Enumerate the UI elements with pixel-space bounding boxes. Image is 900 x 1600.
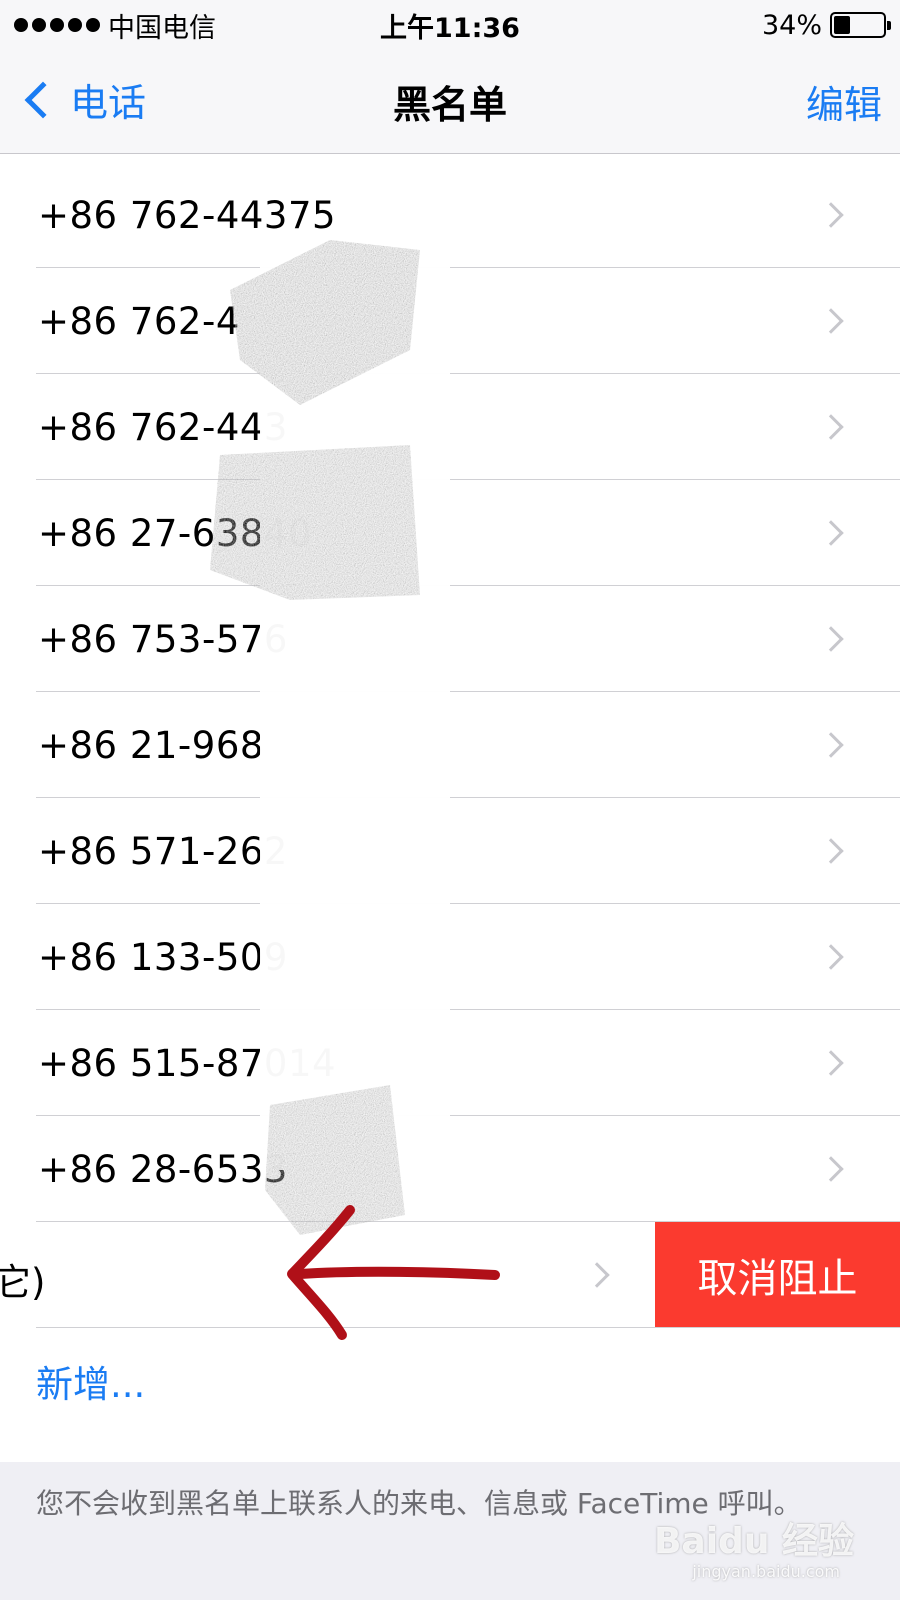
phone-number: +86 762-4 (38, 299, 240, 343)
blocked-row[interactable]: +86 762-443 (0, 374, 900, 480)
watermark-url: jingyan.baidu.com (692, 1562, 840, 1581)
chevron-right-icon (818, 626, 844, 652)
phone-number: +86 133-509 (38, 935, 288, 979)
phone-number: +86 21-968 (38, 723, 264, 767)
chevron-right-icon (818, 732, 844, 758)
chevron-right-icon (818, 944, 844, 970)
phone-number: +86 762-44375 (38, 193, 337, 237)
chevron-right-icon (818, 202, 844, 228)
phone-number: +86 571-262 (38, 829, 288, 873)
phone-number: +86 762-443 (38, 405, 288, 449)
phone-number: +86 753-576 (38, 617, 288, 661)
blocked-row[interactable]: +86 571-262 (0, 798, 900, 904)
swiped-row-content[interactable]: 它) (0, 1222, 655, 1328)
chevron-right-icon (818, 414, 844, 440)
phone-number: +86 28-6533 (38, 1147, 288, 1191)
page-title: 黑名单 (392, 83, 507, 127)
swiped-blocked-row[interactable]: 它) 取消阻止 (0, 1222, 900, 1328)
battery-percent: 34% (761, 9, 822, 41)
watermark-logo: Baidu 经验 (653, 1521, 854, 1562)
edit-button[interactable]: 编辑 (806, 74, 882, 129)
chevron-right-icon (818, 1156, 844, 1182)
blocked-row[interactable]: +86 762-4 (0, 268, 900, 374)
blocked-row[interactable]: +86 21-968 (0, 692, 900, 798)
blocked-row[interactable]: +86 515-87014 (0, 1010, 900, 1116)
footer: 您不会收到黑名单上联系人的来电、信息或 FaceTime 呼叫。 Baidu 经… (0, 1462, 900, 1600)
add-new-button[interactable]: 新增... (36, 1354, 145, 1408)
status-left: 中国电信 (14, 6, 216, 45)
status-right: 34% (761, 9, 891, 41)
navigation-bar: 电话 黑名单 编辑 (0, 50, 900, 154)
unblock-button[interactable]: 取消阻止 (655, 1222, 900, 1328)
blocked-row[interactable]: +86 27-63840 (0, 480, 900, 586)
blocked-row[interactable]: +86 28-6533 (0, 1116, 900, 1222)
blocked-row[interactable]: +86 133-509 (0, 904, 900, 1010)
chevron-right-icon (584, 1262, 610, 1288)
chevron-right-icon (818, 520, 844, 546)
swiped-row-label: 它) (0, 1261, 46, 1304)
blocked-row[interactable]: +86 753-576 (0, 586, 900, 692)
phone-number: +86 27-63840 (38, 511, 312, 555)
carrier-label: 中国电信 (108, 12, 216, 44)
blocked-list: +86 762-44375 +86 762-4 +86 762-443 +86 … (0, 162, 900, 1434)
signal-strength-icon (14, 18, 100, 32)
chevron-right-icon (818, 308, 844, 334)
status-bar: 中国电信 上午11:36 34% (0, 0, 900, 50)
blocked-row[interactable]: +86 762-44375 (0, 162, 900, 268)
add-row[interactable]: 新增... (0, 1328, 900, 1434)
chevron-right-icon (818, 838, 844, 864)
battery-icon (830, 12, 891, 38)
chevron-right-icon (818, 1050, 844, 1076)
battery-level (834, 16, 851, 34)
phone-number: +86 515-87014 (38, 1041, 337, 1085)
